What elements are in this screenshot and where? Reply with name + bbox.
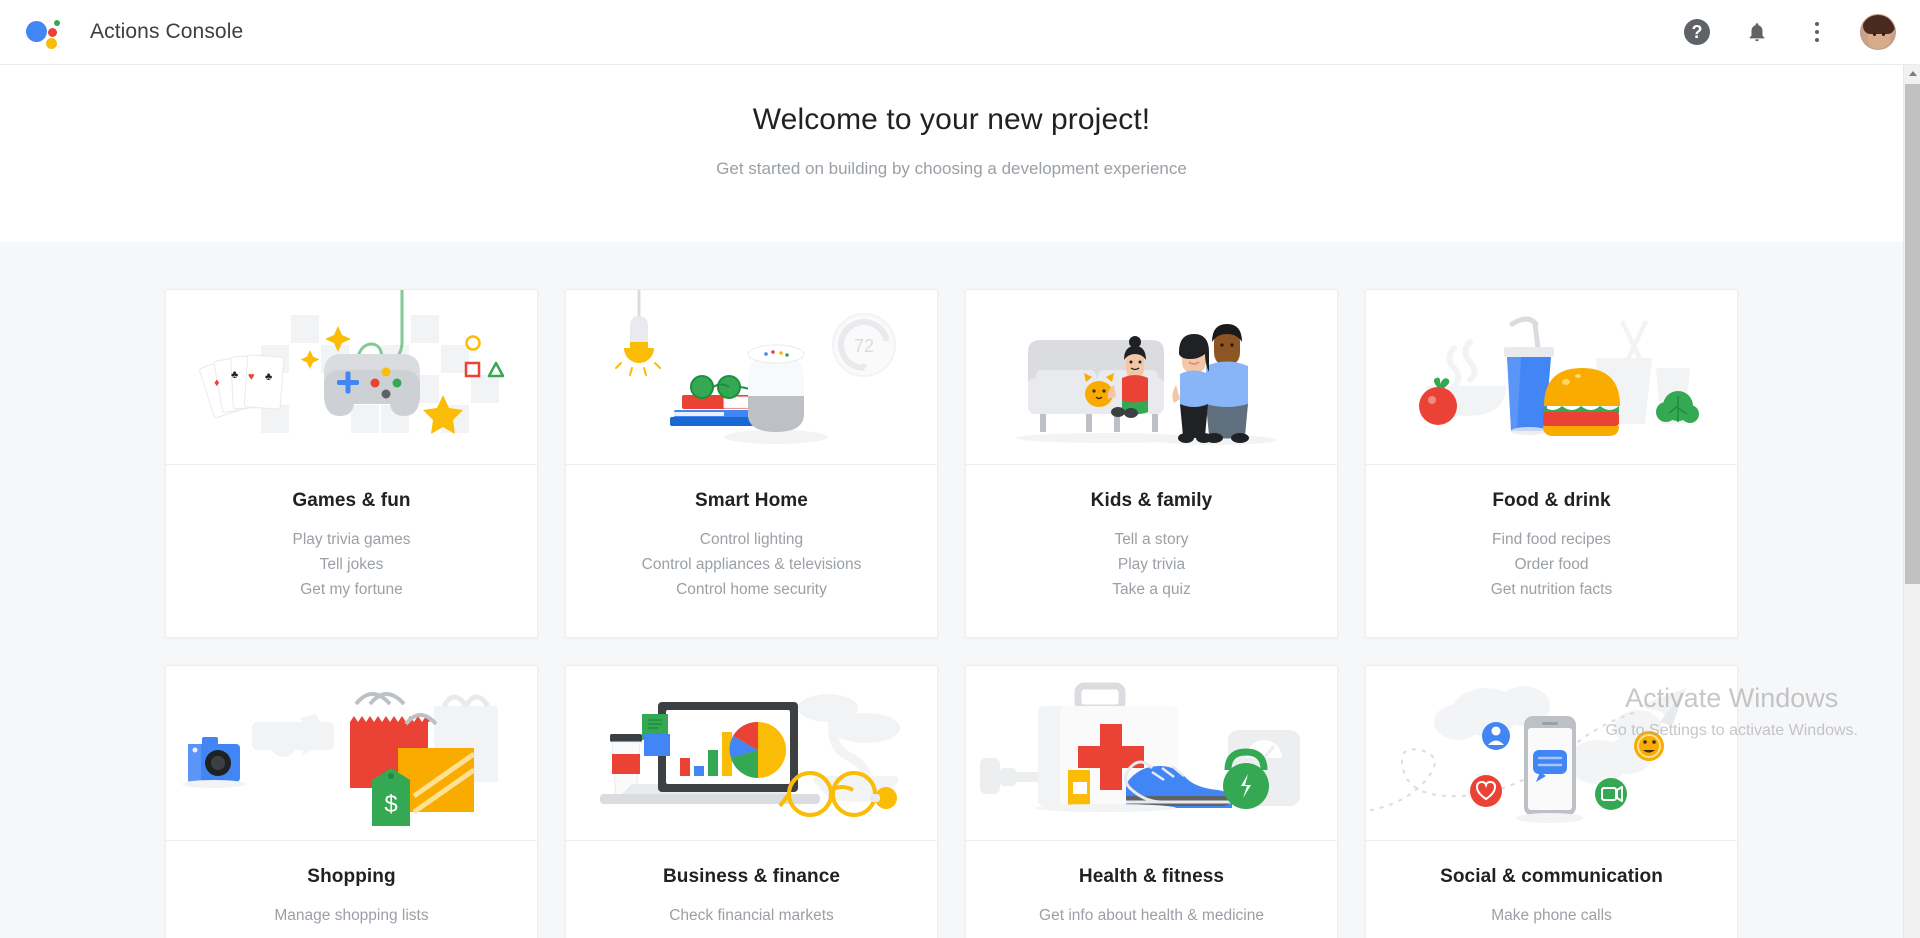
card-body: Games & fun Play trivia games Tell jokes… — [166, 465, 537, 637]
thermostat-reading: 72 — [854, 336, 874, 356]
user-avatar[interactable] — [1860, 14, 1896, 50]
card-feature-list: Control lighting Control appliances & te… — [642, 527, 862, 602]
page-subtitle: Get started on building by choosing a de… — [716, 159, 1187, 178]
card-feature-list: Manage shopping lists — [274, 903, 428, 928]
list-item: Check financial markets — [669, 907, 834, 924]
card-business-finance[interactable]: Business & finance Check financial marke… — [565, 665, 938, 938]
card-body: Kids & family Tell a story Play trivia T… — [966, 465, 1337, 637]
price-tag-symbol: $ — [384, 791, 397, 818]
svg-text:♥: ♥ — [248, 371, 255, 383]
card-body: Smart Home Control lighting Control appl… — [566, 465, 937, 637]
brand[interactable]: Actions Console — [0, 12, 243, 52]
page-title: Welcome to your new project! — [752, 103, 1151, 136]
list-item: Get info about health & medicine — [1039, 907, 1264, 924]
card-food-drink[interactable]: Food & drink Find food recipes Order foo… — [1365, 289, 1738, 638]
notifications-bell-icon — [1749, 23, 1765, 42]
hero-section: Welcome to your new project! Get started… — [0, 65, 1903, 242]
google-assistant-logo — [24, 12, 64, 52]
list-item: Tell jokes — [319, 556, 384, 573]
food-drink-illustration — [1366, 290, 1737, 465]
card-title: Social & communication — [1440, 866, 1663, 887]
list-item: Control lighting — [699, 531, 804, 548]
list-item: Make phone calls — [1491, 907, 1612, 924]
card-feature-list: Check financial markets — [669, 903, 834, 928]
list-item: Get nutrition facts — [1490, 581, 1613, 598]
card-feature-list: Make phone calls — [1491, 903, 1612, 928]
list-item: Order food — [1514, 556, 1589, 573]
app-title: Actions Console — [90, 20, 244, 43]
logo-dot-green — [54, 20, 60, 26]
card-title: Food & drink — [1492, 490, 1611, 511]
card-body: Social & communication Make phone calls — [1366, 841, 1737, 938]
kids-family-illustration — [966, 290, 1337, 465]
logo-dot-red — [48, 28, 57, 37]
chevron-up-icon — [1908, 71, 1917, 76]
smart-home-illustration: 72 — [566, 290, 937, 465]
svg-text:♣: ♣ — [265, 371, 272, 383]
card-games-fun[interactable]: ♦ ♣ ♥ ♣ Games & fun Play trivia games Te… — [165, 289, 538, 638]
list-item: Control home security — [676, 581, 827, 598]
logo-dot-yellow — [46, 38, 57, 49]
list-item: Play trivia — [1117, 556, 1186, 573]
card-body: Health & fitness Get info about health &… — [966, 841, 1337, 938]
list-item: Get my fortune — [300, 581, 403, 598]
list-item: Control appliances & televisions — [641, 556, 862, 573]
category-card-grid: ♦ ♣ ♥ ♣ Games & fun Play trivia games Te… — [0, 242, 1903, 938]
card-feature-list: Tell a story Play trivia Take a quiz — [1112, 527, 1190, 602]
more-options-icon — [1815, 22, 1820, 42]
avatar-eye-right — [1882, 33, 1885, 36]
help-icon: ? — [1684, 19, 1710, 45]
card-body: Business & finance Check financial marke… — [566, 841, 937, 938]
social-communication-illustration — [1366, 666, 1737, 841]
card-health-fitness[interactable]: Health & fitness Get info about health &… — [965, 665, 1338, 938]
card-title: Shopping — [307, 866, 396, 887]
list-item: Find food recipes — [1492, 531, 1611, 548]
avatar-eye-left — [1873, 33, 1876, 36]
shopping-illustration: $ — [166, 666, 537, 841]
help-button[interactable]: ? — [1680, 15, 1714, 49]
card-feature-list: Get info about health & medicine — [1039, 903, 1264, 928]
card-title: Smart Home — [695, 490, 808, 511]
svg-text:♦: ♦ — [214, 377, 220, 389]
card-body: Shopping Manage shopping lists — [166, 841, 537, 938]
notifications-button[interactable] — [1740, 15, 1774, 49]
card-shopping[interactable]: $ Shopping Manage shopping lists — [165, 665, 538, 938]
more-options-button[interactable] — [1800, 15, 1834, 49]
list-item: Take a quiz — [1112, 581, 1191, 598]
card-smart-home[interactable]: 72 Smart Home Control lighting Control a… — [565, 289, 938, 638]
health-fitness-illustration — [966, 666, 1337, 841]
card-title: Kids & family — [1090, 490, 1213, 511]
list-item: Manage shopping lists — [274, 907, 429, 924]
business-finance-illustration — [566, 666, 937, 841]
header-actions: ? — [1680, 14, 1920, 50]
scroll-up-button[interactable] — [1904, 65, 1920, 82]
list-item: Tell a story — [1114, 531, 1189, 548]
page-scroll-area: Welcome to your new project! Get started… — [0, 65, 1903, 938]
games-fun-illustration: ♦ ♣ ♥ ♣ — [166, 290, 537, 465]
card-title: Health & fitness — [1078, 866, 1225, 887]
card-feature-list: Find food recipes Order food Get nutriti… — [1491, 527, 1612, 602]
svg-text:♣: ♣ — [231, 369, 238, 381]
app-header: Actions Console ? — [0, 0, 1920, 65]
card-title: Business & finance — [662, 866, 841, 887]
vertical-scrollbar[interactable] — [1903, 65, 1920, 938]
scrollbar-thumb[interactable] — [1905, 84, 1920, 584]
card-title: Games & fun — [292, 490, 411, 511]
list-item: Play trivia games — [292, 531, 411, 548]
card-body: Food & drink Find food recipes Order foo… — [1366, 465, 1737, 637]
avatar-hair — [1863, 15, 1895, 34]
card-social-communication[interactable]: Social & communication Make phone calls — [1365, 665, 1738, 938]
card-feature-list: Play trivia games Tell jokes Get my fort… — [292, 527, 410, 602]
logo-dot-blue — [26, 21, 47, 42]
card-kids-family[interactable]: Kids & family Tell a story Play trivia T… — [965, 289, 1338, 638]
